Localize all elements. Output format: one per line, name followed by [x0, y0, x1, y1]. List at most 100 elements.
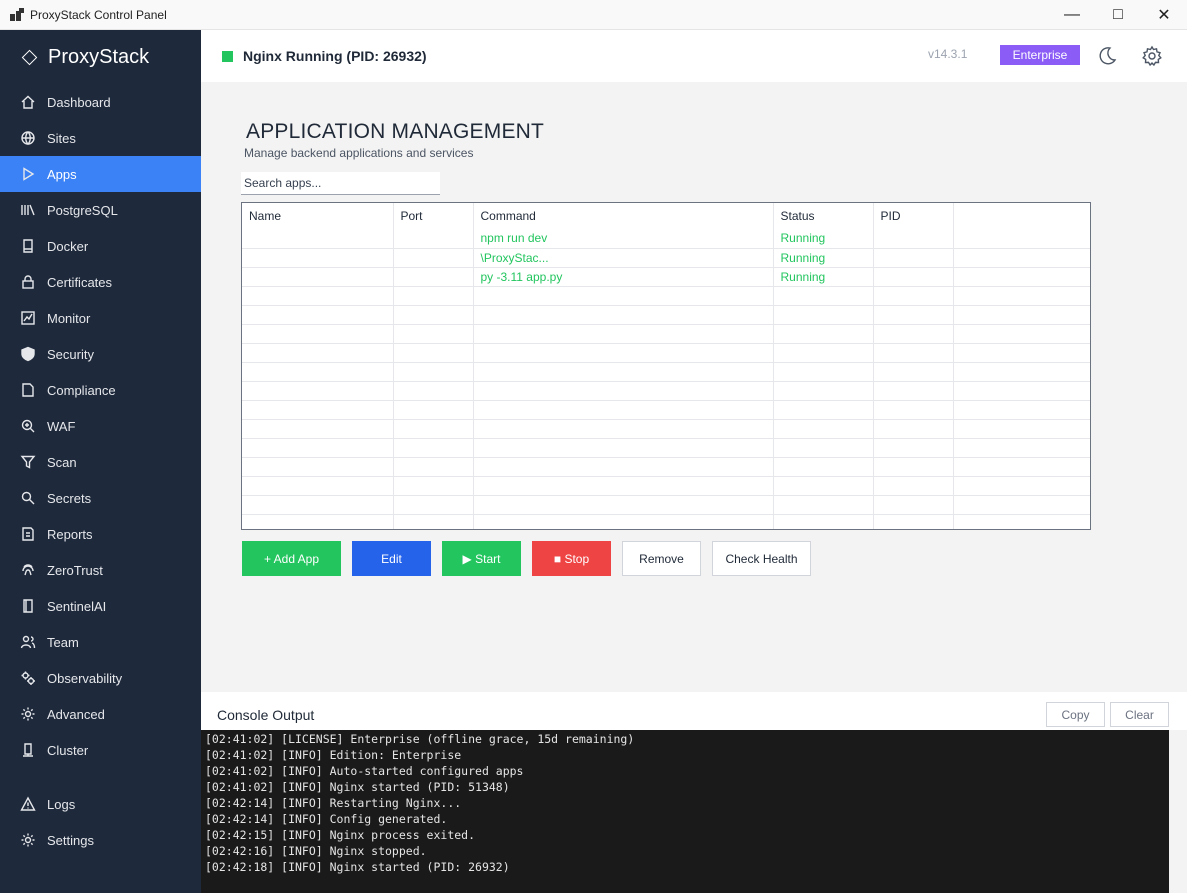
table-row[interactable] [242, 514, 1090, 529]
sidebar-item-label: Team [47, 634, 79, 650]
table-row[interactable]: \ProxyStac... Running [242, 248, 1090, 268]
copy-button[interactable]: Copy [1046, 702, 1105, 727]
sidebar-item-zerotrust[interactable]: ZeroTrust [0, 552, 201, 588]
stop-button[interactable]: ■ Stop [532, 541, 611, 576]
close-window-button[interactable]: ✕ [1141, 0, 1187, 30]
table-row[interactable] [242, 286, 1090, 306]
sidebar-item-sites[interactable]: Sites [0, 120, 201, 156]
table-row[interactable] [242, 438, 1090, 458]
sidebar-item-dashboard[interactable]: Dashboard [0, 84, 201, 120]
table-row[interactable] [242, 457, 1090, 477]
table-cell-command [473, 438, 774, 458]
column-header[interactable] [953, 203, 1090, 229]
sidebar-item-observability[interactable]: Observability [0, 660, 201, 696]
edit-button[interactable]: Edit [352, 541, 431, 576]
table-cell-filler [953, 305, 1090, 325]
table-cell-name [242, 286, 394, 306]
sidebar-item-sentinelai[interactable]: SentinelAI [0, 588, 201, 624]
table-cell-name [242, 324, 394, 344]
table-cell-status [773, 419, 874, 439]
add-app-button[interactable]: + Add App [242, 541, 341, 576]
column-header[interactable]: Name [242, 203, 394, 229]
column-header[interactable]: Port [393, 203, 474, 229]
table-cell-name [242, 362, 394, 382]
sidebar-item-cluster[interactable]: Cluster [0, 732, 201, 768]
start-button[interactable]: ▶ Start [442, 541, 521, 576]
console-line: [02:42:14] [INFO] Config generated. [205, 812, 448, 826]
table-row[interactable] [242, 324, 1090, 344]
gear-icon [20, 832, 36, 848]
table-cell-name [242, 305, 394, 325]
console-output[interactable]: [02:41:02] [LICENSE] Enterprise (offline… [201, 730, 1169, 893]
column-header[interactable]: PID [873, 203, 954, 229]
sidebar-item-docker[interactable]: Docker [0, 228, 201, 264]
sidebar-item-monitor[interactable]: Monitor [0, 300, 201, 336]
console-line: [02:42:18] [INFO] Nginx started (PID: 26… [205, 860, 510, 874]
document-icon [20, 382, 36, 398]
sidebar-item-settings[interactable]: Settings [0, 822, 201, 858]
table-row[interactable] [242, 495, 1090, 515]
sidebar-item-waf[interactable]: WAF [0, 408, 201, 444]
table-cell-status [773, 438, 874, 458]
lock-icon [20, 274, 36, 290]
table-row[interactable]: npm run dev Running [242, 229, 1090, 249]
console-line: [02:41:02] [INFO] Auto-started configure… [205, 764, 524, 778]
table-cell-pid [873, 495, 954, 515]
sidebar-item-label: Security [47, 346, 94, 362]
table-cell-port [393, 248, 474, 268]
search-input[interactable] [241, 172, 440, 195]
sidebar-item-team[interactable]: Team [0, 624, 201, 660]
sidebar-nav-bottom: Logs Settings [0, 786, 201, 858]
clear-button[interactable]: Clear [1110, 702, 1169, 727]
table-row[interactable] [242, 419, 1090, 439]
table-cell-pid [873, 248, 954, 268]
table-cell-command [473, 514, 774, 529]
sidebar-item-postgresql[interactable]: PostgreSQL [0, 192, 201, 228]
table-row[interactable] [242, 476, 1090, 496]
shield-icon [20, 346, 36, 362]
table-cell-pid [873, 305, 954, 325]
table-cell-pid [873, 400, 954, 420]
console-scrollbar[interactable] [1169, 730, 1187, 893]
table-row[interactable] [242, 400, 1090, 420]
sidebar-item-reports[interactable]: Reports [0, 516, 201, 552]
sidebar-item-security[interactable]: Security [0, 336, 201, 372]
minimize-button[interactable]: — [1049, 0, 1095, 30]
table-cell-status [773, 476, 874, 496]
column-header[interactable]: Status [773, 203, 874, 229]
sidebar-item-advanced[interactable]: Advanced [0, 696, 201, 732]
table-cell-command [473, 305, 774, 325]
brand: ProxyStack [0, 30, 201, 84]
table-row[interactable] [242, 381, 1090, 401]
table-cell-pid [873, 438, 954, 458]
console-header: Console Output Copy Clear [201, 692, 1187, 730]
sidebar-item-scan[interactable]: Scan [0, 444, 201, 480]
table-cell-name [242, 248, 394, 268]
window-titlebar: ProxyStack Control Panel — □ ✕ [0, 0, 1187, 30]
action-bar: + Add App Edit ▶ Start ■ Stop Remove Che… [242, 541, 822, 576]
remove-button[interactable]: Remove [622, 541, 701, 576]
sidebar-item-secrets[interactable]: Secrets [0, 480, 201, 516]
table-row[interactable] [242, 305, 1090, 325]
maximize-button[interactable]: □ [1095, 0, 1141, 30]
table-row[interactable] [242, 362, 1090, 382]
sidebar-item-label: Certificates [47, 274, 113, 290]
check-health-button[interactable]: Check Health [712, 541, 811, 576]
sidebar: ProxyStack Dashboard Sites Apps PostgreSQL D… [0, 30, 201, 893]
table-row[interactable]: py -3.11 app.py Running [242, 267, 1090, 287]
sidebar-item-label: PostgreSQL [47, 202, 118, 218]
sidebar-item-apps[interactable]: Apps [0, 156, 201, 192]
apps-table[interactable]: Name Port Command Status PID npm run dev Runn… [241, 202, 1091, 530]
sidebar-item-certificates[interactable]: Certificates [0, 264, 201, 300]
table-cell-filler [953, 514, 1090, 529]
fingerprint-icon [20, 562, 36, 578]
column-header[interactable]: Command [473, 203, 774, 229]
main-content: APPLICATION MANAGEMENT Manage backend ap… [201, 82, 1187, 692]
sidebar-item-label: Logs [47, 796, 76, 812]
sidebar-item-logs[interactable]: Logs [0, 786, 201, 822]
gear-icon[interactable] [1141, 45, 1163, 67]
sidebar-item-compliance[interactable]: Compliance [0, 372, 201, 408]
table-row[interactable] [242, 343, 1090, 363]
console-title: Console Output [217, 707, 315, 723]
moon-icon[interactable] [1096, 45, 1118, 67]
